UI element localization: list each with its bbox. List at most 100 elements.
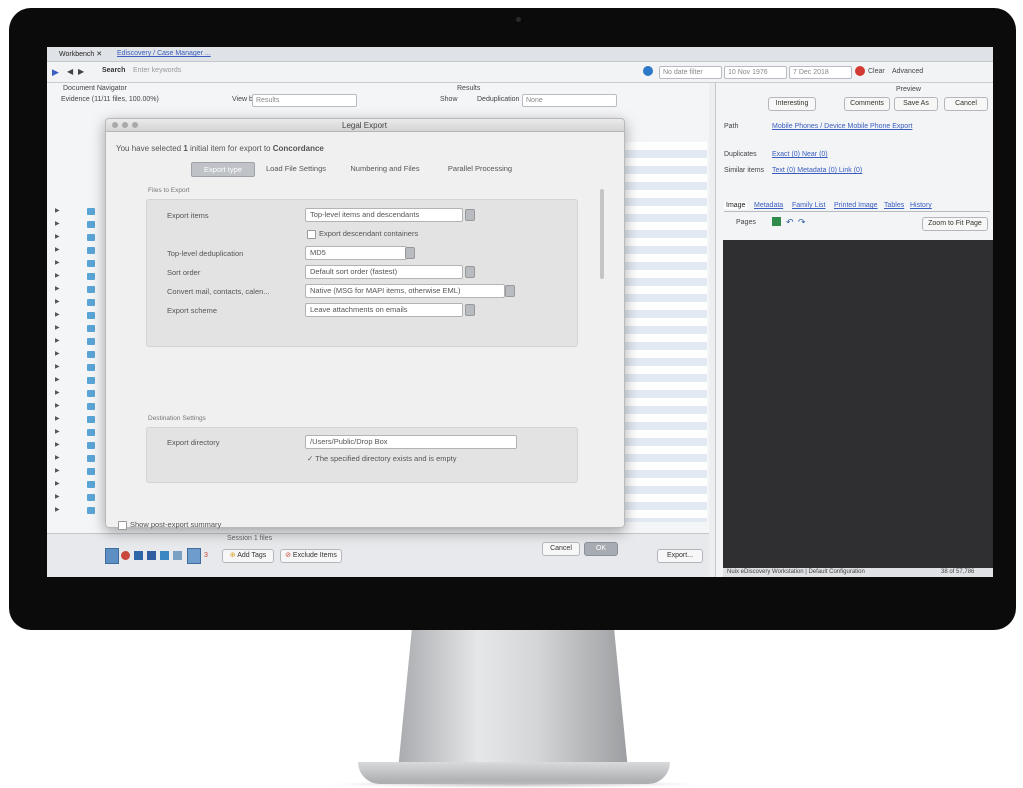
grid-icon[interactable] [173, 551, 182, 560]
tree-row[interactable]: ▶ [55, 311, 105, 320]
tree-row[interactable]: ▶ [55, 285, 105, 294]
expand-icon[interactable]: ▶ [55, 428, 60, 435]
preview-cancel-button[interactable]: Cancel [944, 97, 988, 111]
tab-history[interactable]: History [910, 202, 932, 209]
save-as-button[interactable]: Save As [894, 97, 938, 111]
tree-row[interactable]: ▶ [55, 337, 105, 346]
expand-icon[interactable]: ▶ [55, 376, 60, 383]
comments-button[interactable]: Comments [844, 97, 890, 111]
tab-family-list[interactable]: Family List [792, 202, 825, 209]
tab-tables[interactable]: Tables [884, 202, 904, 209]
evidence-row[interactable]: Evidence (11/11 files, 100.00%) [61, 96, 159, 103]
tree-row[interactable]: ▶ [55, 220, 105, 229]
expand-icon[interactable]: ▶ [55, 233, 60, 240]
sort-select[interactable]: Default sort order (fastest) [305, 265, 463, 279]
clear-icon[interactable] [855, 66, 865, 76]
export-descendant-checkbox[interactable] [307, 230, 316, 239]
export-button[interactable]: Export... [657, 549, 703, 563]
expand-icon[interactable]: ▶ [55, 285, 60, 292]
expand-icon[interactable]: ▶ [55, 298, 60, 305]
expand-icon[interactable]: ▶ [55, 402, 60, 409]
tree-row[interactable]: ▶ [55, 233, 105, 242]
dedup-select[interactable]: MD5 [305, 246, 407, 260]
minimize-icon[interactable] [122, 122, 128, 128]
sort-stepper[interactable] [465, 266, 475, 278]
tree-row[interactable]: ▶ [55, 493, 105, 502]
expand-icon[interactable]: ▶ [55, 259, 60, 266]
tab-image[interactable]: Image [724, 202, 748, 209]
export-items-stepper[interactable] [465, 209, 475, 221]
interesting-button[interactable]: Interesting [768, 97, 816, 111]
date-filter-select[interactable]: No date filter [659, 66, 722, 79]
post-export-summary-checkbox[interactable] [118, 521, 127, 530]
duplicates-link[interactable]: Exact (0) Near (0) [772, 151, 828, 158]
expand-icon[interactable]: ▶ [55, 363, 60, 370]
person-icon[interactable] [134, 551, 143, 560]
document-preview-canvas[interactable] [723, 240, 993, 572]
add-tags-button[interactable]: ⊕ Add Tags [222, 549, 274, 563]
rotate-left-icon[interactable]: ↶ [786, 217, 794, 228]
forward-icon[interactable]: ▶ [78, 67, 84, 76]
advanced-button[interactable]: Advanced [892, 68, 923, 75]
clear-button[interactable]: Clear [868, 68, 885, 75]
expand-icon[interactable]: ▶ [55, 454, 60, 461]
tree-row[interactable]: ▶ [55, 454, 105, 463]
dedup-stepper[interactable] [405, 247, 415, 259]
deduplication-select[interactable]: None [522, 94, 617, 107]
expand-icon[interactable]: ▶ [55, 415, 60, 422]
path-link[interactable]: Mobile Phones / Device Mobile Phone Expo… [772, 123, 912, 130]
attachments-stepper[interactable] [465, 304, 475, 316]
tree-row[interactable]: ▶ [55, 428, 105, 437]
document-icon[interactable] [147, 551, 156, 560]
tree-row[interactable]: ▶ [55, 441, 105, 450]
tab-export-type[interactable]: Export type [191, 162, 255, 177]
flag-icon[interactable] [121, 551, 130, 560]
expand-icon[interactable]: ▶ [55, 272, 60, 279]
similar-link[interactable]: Text (0) Metadata (0) Link (0) [772, 167, 862, 174]
expand-icon[interactable]: ▶ [55, 493, 60, 500]
tree-row[interactable]: ▶ [55, 480, 105, 489]
table-icon[interactable] [187, 548, 201, 564]
expand-icon[interactable]: ▶ [55, 441, 60, 448]
tree-row[interactable]: ▶ [55, 298, 105, 307]
convert-stepper[interactable] [505, 285, 515, 297]
help-icon[interactable] [643, 66, 653, 76]
workbench-tab[interactable]: Workbench ✕ [59, 50, 102, 58]
tree-row[interactable]: ▶ [55, 467, 105, 476]
expand-icon[interactable]: ▶ [55, 350, 60, 357]
search-input[interactable]: Enter keywords [133, 67, 181, 74]
export-items-select[interactable]: Top-level items and descendants [305, 208, 463, 222]
date-from-field[interactable]: 10 Nov 1976 [724, 66, 787, 79]
tree-row[interactable]: ▶ [55, 324, 105, 333]
attachments-select[interactable]: Leave attachments on emails [305, 303, 463, 317]
tree-row[interactable]: ▶ [55, 363, 105, 372]
dialog-scrollbar[interactable] [600, 189, 604, 279]
expand-icon[interactable]: ▶ [55, 506, 60, 513]
tab-parallel-processing[interactable]: Parallel Processing [435, 162, 525, 175]
expand-icon[interactable]: ▶ [55, 389, 60, 396]
tree-row[interactable]: ▶ [55, 246, 105, 255]
tree-row[interactable]: ▶ [55, 376, 105, 385]
expand-icon[interactable]: ▶ [55, 207, 60, 214]
expand-icon[interactable]: ▶ [55, 220, 60, 227]
page-icon[interactable] [772, 217, 781, 226]
back-icon[interactable]: ◀ [67, 67, 73, 76]
tree-row[interactable]: ▶ [55, 389, 105, 398]
tab-metadata[interactable]: Metadata [754, 202, 783, 209]
rotate-right-icon[interactable]: ↷ [798, 217, 806, 228]
expand-icon[interactable]: ▶ [55, 311, 60, 318]
tree-row[interactable]: ▶ [55, 272, 105, 281]
close-icon[interactable] [112, 122, 118, 128]
exclude-items-button[interactable]: ⊘ Exclude Items [280, 549, 342, 563]
tree-row[interactable]: ▶ [55, 415, 105, 424]
dest-field[interactable]: /Users/Public/Drop Box [305, 435, 517, 449]
zoom-icon[interactable] [132, 122, 138, 128]
tab-printed-image[interactable]: Printed Image [834, 202, 878, 209]
tree-row[interactable]: ▶ [55, 402, 105, 411]
run-icon[interactable]: ▶ [52, 67, 59, 78]
expand-icon[interactable]: ▶ [55, 467, 60, 474]
date-to-field[interactable]: 7 Dec 2018 [789, 66, 852, 79]
expand-icon[interactable]: ▶ [55, 480, 60, 487]
shield-icon[interactable] [160, 551, 169, 560]
tree-row[interactable]: ▶ [55, 259, 105, 268]
